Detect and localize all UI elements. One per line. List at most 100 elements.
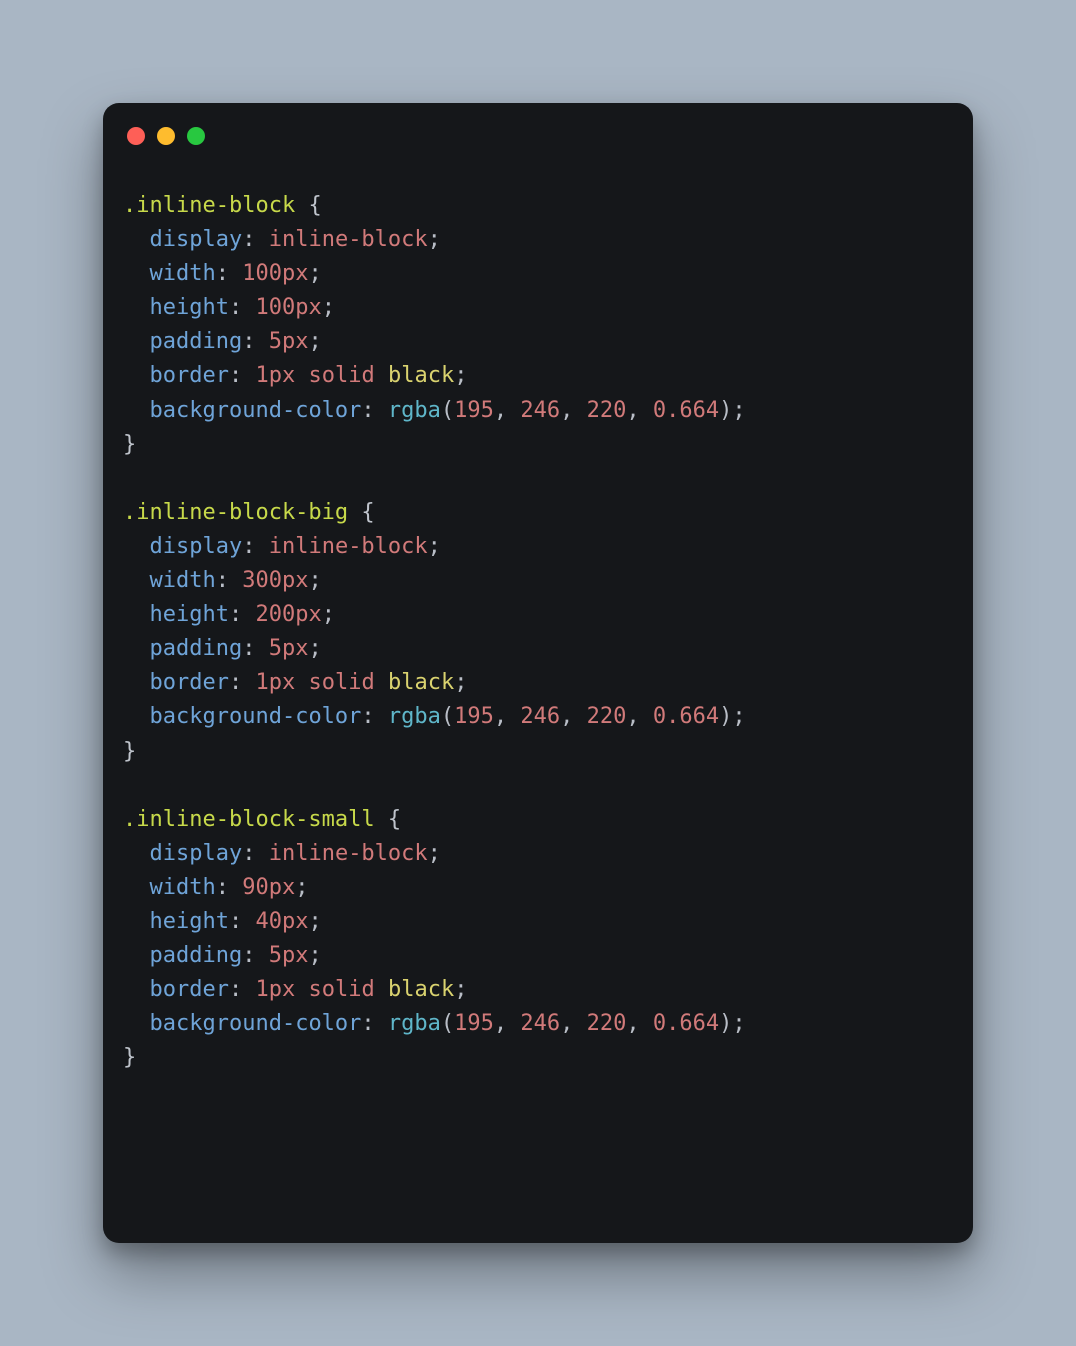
zoom-icon[interactable] [187,127,205,145]
semicolon: ; [308,909,321,934]
css-value-token: 200px [255,602,321,627]
colon: : [361,704,374,729]
css-value-token: 1px [255,363,295,388]
css-property: width [150,261,216,286]
css-value-token: 195 [454,704,494,729]
css-value-token: 0.664 [653,704,719,729]
css-value-token: black [388,977,454,1002]
css-value-token: , [560,704,587,729]
colon: : [242,943,255,968]
colon: : [216,875,229,900]
css-property: border [150,670,229,695]
css-value-token: 100px [242,261,308,286]
colon: : [216,261,229,286]
css-selector: .inline-block-big [123,500,348,525]
css-value-token: ) [719,398,732,423]
css-value-token: black [388,363,454,388]
css-value-token: 246 [520,1011,560,1036]
semicolon: ; [428,227,441,252]
semicolon: ; [322,295,335,320]
css-property: display [150,534,243,559]
css-value-token: ( [441,398,454,423]
css-value-token: rgba [388,1011,441,1036]
css-property: background-color [150,1011,362,1036]
open-brace: { [388,807,401,832]
css-value-token: 1px [255,977,295,1002]
css-value-token: , [560,1011,587,1036]
css-value-token: 220 [587,704,627,729]
css-value-token: rgba [388,704,441,729]
code-window: .inline-block { display: inline-block; w… [103,103,973,1243]
semicolon: ; [308,943,321,968]
css-value-token: , [494,398,521,423]
css-value-token: ( [441,704,454,729]
css-value-token: 300px [242,568,308,593]
css-value-token: ( [441,1011,454,1036]
semicolon: ; [295,875,308,900]
semicolon: ; [732,398,745,423]
close-icon[interactable] [127,127,145,145]
colon: : [361,398,374,423]
colon: : [229,363,242,388]
minimize-icon[interactable] [157,127,175,145]
colon: : [242,841,255,866]
css-value-token: , [626,398,653,423]
css-property: width [150,875,216,900]
css-property: height [150,602,229,627]
css-property: border [150,977,229,1002]
semicolon: ; [322,602,335,627]
css-value-token: inline-block [269,227,428,252]
css-property: display [150,841,243,866]
css-property: border [150,363,229,388]
semicolon: ; [308,261,321,286]
semicolon: ; [308,568,321,593]
css-value-token: 0.664 [653,1011,719,1036]
css-value-token: ) [719,1011,732,1036]
css-value-token: inline-block [269,841,428,866]
colon: : [216,568,229,593]
css-value-token: ) [719,704,732,729]
open-brace: { [361,500,374,525]
close-brace: } [123,1045,136,1070]
css-value-token: 100px [255,295,321,320]
css-property: width [150,568,216,593]
css-value-token: , [494,1011,521,1036]
css-value-token: inline-block [269,534,428,559]
semicolon: ; [732,704,745,729]
css-value-token: black [388,670,454,695]
css-value-token: , [560,398,587,423]
css-value-token: , [494,704,521,729]
css-value-token: solid [308,977,374,1002]
css-value-token: , [626,704,653,729]
colon: : [361,1011,374,1036]
stage: .inline-block { display: inline-block; w… [0,0,1076,1346]
css-property: height [150,295,229,320]
css-property: display [150,227,243,252]
close-brace: } [123,739,136,764]
semicolon: ; [308,636,321,661]
css-value-token: 1px [255,670,295,695]
open-brace: { [308,193,321,218]
colon: : [229,977,242,1002]
css-value-token: 5px [269,636,309,661]
colon: : [229,909,242,934]
semicolon: ; [308,329,321,354]
css-value-token: 195 [454,1011,494,1036]
code-editor[interactable]: .inline-block { display: inline-block; w… [103,153,973,1115]
css-property: background-color [150,704,362,729]
css-value-token: 220 [587,398,627,423]
css-property: background-color [150,398,362,423]
colon: : [242,329,255,354]
semicolon: ; [732,1011,745,1036]
css-property: padding [150,636,243,661]
colon: : [242,534,255,559]
css-property: padding [150,943,243,968]
css-value-token: 220 [587,1011,627,1036]
css-property: padding [150,329,243,354]
css-value-token: rgba [388,398,441,423]
css-value-token: 40px [255,909,308,934]
css-selector: .inline-block-small [123,807,375,832]
css-property: height [150,909,229,934]
css-value-token: 195 [454,398,494,423]
semicolon: ; [428,841,441,866]
